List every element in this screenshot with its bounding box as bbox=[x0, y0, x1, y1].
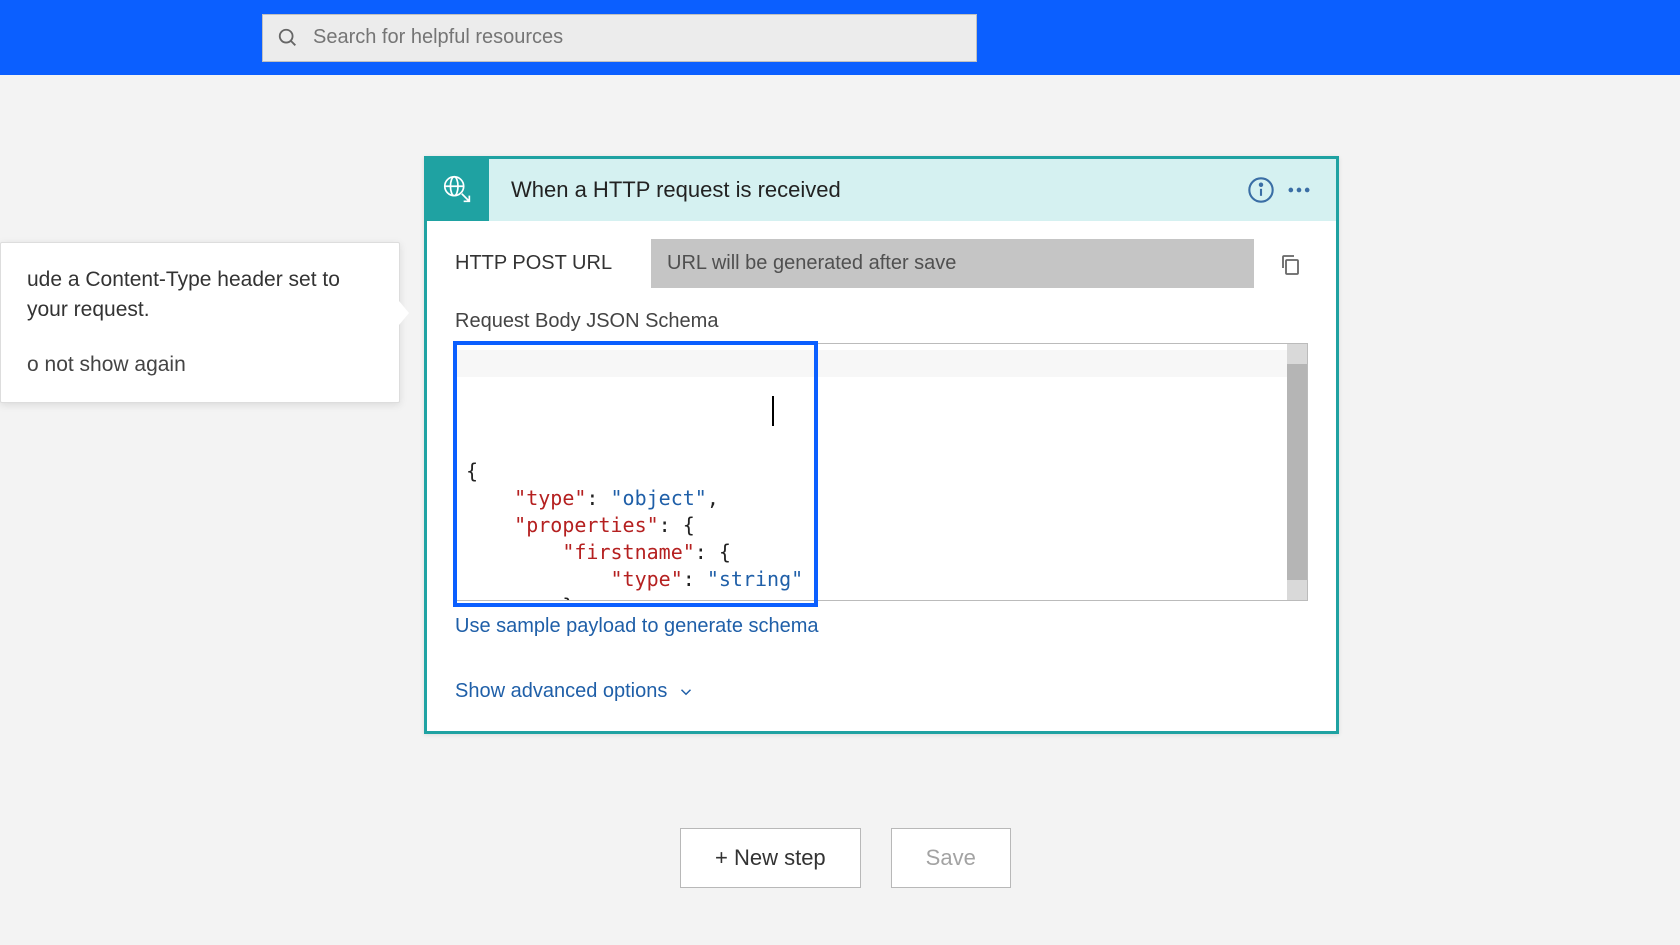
card-header[interactable]: When a HTTP request is received bbox=[427, 159, 1336, 221]
sample-payload-link[interactable]: Use sample payload to generate schema bbox=[455, 615, 819, 638]
new-step-button[interactable]: + New step bbox=[680, 828, 861, 888]
search-box[interactable] bbox=[262, 14, 977, 62]
top-bar bbox=[0, 0, 1680, 75]
chevron-down-icon bbox=[677, 683, 695, 701]
copy-url-icon[interactable] bbox=[1272, 246, 1308, 282]
search-input[interactable] bbox=[313, 26, 962, 49]
card-title: When a HTTP request is received bbox=[511, 177, 1242, 203]
schema-label: Request Body JSON Schema bbox=[455, 310, 1308, 333]
url-row: HTTP POST URL URL will be generated afte… bbox=[455, 239, 1308, 288]
tooltip-dismiss[interactable]: o not show again bbox=[27, 350, 373, 380]
search-icon bbox=[277, 27, 299, 49]
trigger-card: When a HTTP request is received HTTP POS… bbox=[424, 156, 1339, 734]
info-icon[interactable] bbox=[1242, 171, 1280, 209]
card-body: HTTP POST URL URL will be generated afte… bbox=[427, 221, 1336, 731]
url-field: URL will be generated after save bbox=[651, 239, 1254, 288]
hint-tooltip: ude a Content-Type header set to your re… bbox=[0, 242, 400, 403]
url-label: HTTP POST URL bbox=[455, 252, 633, 275]
tooltip-line1: ude a Content-Type header set to bbox=[27, 265, 373, 295]
advanced-options-toggle[interactable]: Show advanced options bbox=[455, 680, 695, 703]
footer-actions: + New step Save bbox=[680, 828, 1011, 888]
schema-editor[interactable]: { "type": "object", "properties": { "fir… bbox=[455, 343, 1308, 601]
more-menu-icon[interactable] bbox=[1280, 171, 1318, 209]
save-button: Save bbox=[891, 828, 1011, 888]
tooltip-line2: your request. bbox=[27, 295, 373, 325]
schema-scrollbar[interactable] bbox=[1287, 344, 1307, 600]
advanced-options-label: Show advanced options bbox=[455, 680, 667, 703]
http-trigger-icon bbox=[427, 159, 489, 221]
schema-textarea[interactable]: { "type": "object", "properties": { "fir… bbox=[456, 344, 1287, 600]
